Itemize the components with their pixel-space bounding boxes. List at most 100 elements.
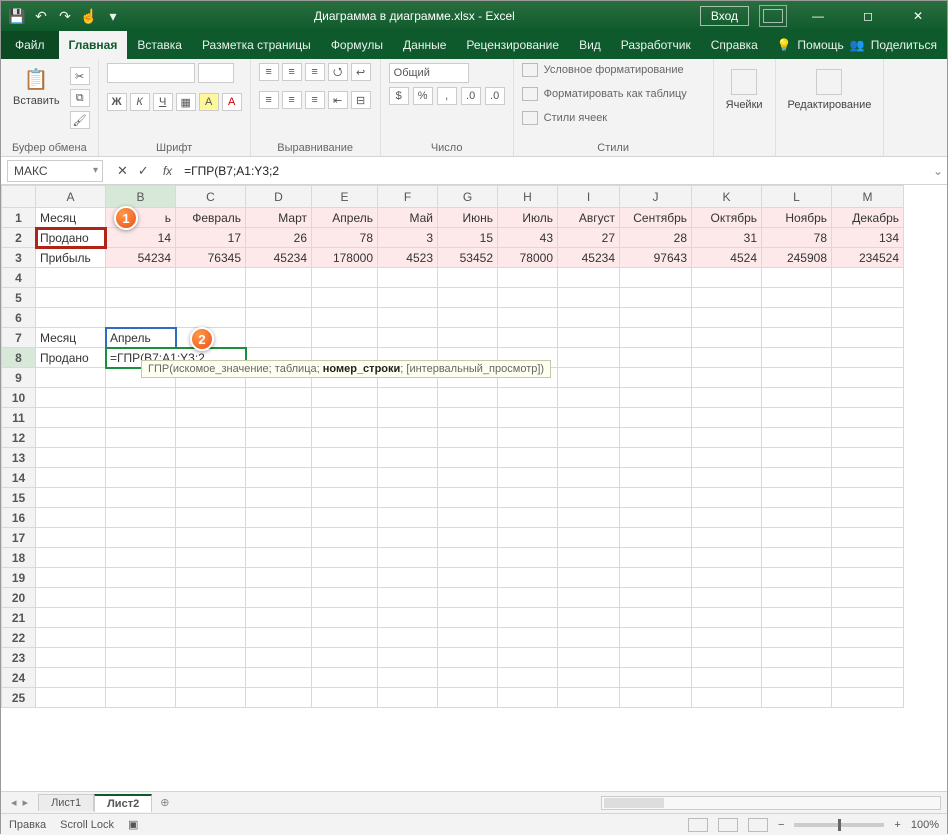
font-name-combo[interactable]: [107, 63, 195, 83]
cell-L21[interactable]: [762, 608, 832, 628]
row-header-11[interactable]: 11: [2, 408, 36, 428]
cell-K13[interactable]: [692, 448, 762, 468]
merge-icon[interactable]: ⊟: [351, 91, 371, 109]
cell-M17[interactable]: [832, 528, 904, 548]
cell-A8[interactable]: Продано: [36, 348, 106, 368]
cell-K12[interactable]: [692, 428, 762, 448]
cell-K19[interactable]: [692, 568, 762, 588]
format-painter-icon[interactable]: 🖌: [70, 111, 90, 129]
cell-J7[interactable]: [620, 328, 692, 348]
cell-H19[interactable]: [498, 568, 558, 588]
cell-E11[interactable]: [312, 408, 378, 428]
cell-A10[interactable]: [36, 388, 106, 408]
cell-H18[interactable]: [498, 548, 558, 568]
row-header-24[interactable]: 24: [2, 668, 36, 688]
cell-I9[interactable]: [558, 368, 620, 388]
cell-K6[interactable]: [692, 308, 762, 328]
cell-C12[interactable]: [176, 428, 246, 448]
cell-C6[interactable]: [176, 308, 246, 328]
cell-I8[interactable]: [558, 348, 620, 368]
cell-F21[interactable]: [378, 608, 438, 628]
cell-A20[interactable]: [36, 588, 106, 608]
cell-K7[interactable]: [692, 328, 762, 348]
row-header-9[interactable]: 9: [2, 368, 36, 388]
format-as-table-button[interactable]: Форматировать как таблицу: [522, 87, 687, 101]
cell-H20[interactable]: [498, 588, 558, 608]
cell-D16[interactable]: [246, 508, 312, 528]
underline-button[interactable]: Ч: [153, 93, 173, 111]
col-header-G[interactable]: G: [438, 186, 498, 208]
touch-mode-icon[interactable]: ☝: [81, 8, 97, 24]
cell-J15[interactable]: [620, 488, 692, 508]
cell-B22[interactable]: [106, 628, 176, 648]
cell-L4[interactable]: [762, 268, 832, 288]
cell-M12[interactable]: [832, 428, 904, 448]
zoom-level[interactable]: 100%: [911, 819, 939, 831]
cell-J13[interactable]: [620, 448, 692, 468]
cell-F6[interactable]: [378, 308, 438, 328]
copy-icon[interactable]: ⧉: [70, 89, 90, 107]
cell-D6[interactable]: [246, 308, 312, 328]
tab-formulas[interactable]: Формулы: [321, 31, 393, 59]
cell-J22[interactable]: [620, 628, 692, 648]
cell-G25[interactable]: [438, 688, 498, 708]
cell-J18[interactable]: [620, 548, 692, 568]
cell-E25[interactable]: [312, 688, 378, 708]
cell-F13[interactable]: [378, 448, 438, 468]
cell-M4[interactable]: [832, 268, 904, 288]
cell-I22[interactable]: [558, 628, 620, 648]
sheet-nav-next-icon[interactable]: ▸: [23, 796, 29, 809]
cell-E17[interactable]: [312, 528, 378, 548]
cell-E16[interactable]: [312, 508, 378, 528]
cell-C25[interactable]: [176, 688, 246, 708]
sheet-tab-1[interactable]: Лист1: [38, 794, 94, 811]
zoom-slider[interactable]: [794, 823, 884, 827]
cell-F17[interactable]: [378, 528, 438, 548]
cell-J1[interactable]: Сентябрь: [620, 208, 692, 228]
cell-H24[interactable]: [498, 668, 558, 688]
row-header-20[interactable]: 20: [2, 588, 36, 608]
cell-L20[interactable]: [762, 588, 832, 608]
align-right-icon[interactable]: ≡: [305, 91, 325, 109]
cell-M14[interactable]: [832, 468, 904, 488]
cell-K11[interactable]: [692, 408, 762, 428]
cell-E13[interactable]: [312, 448, 378, 468]
cell-F14[interactable]: [378, 468, 438, 488]
cell-K21[interactable]: [692, 608, 762, 628]
cell-F24[interactable]: [378, 668, 438, 688]
cell-L7[interactable]: [762, 328, 832, 348]
cell-L25[interactable]: [762, 688, 832, 708]
row-header-14[interactable]: 14: [2, 468, 36, 488]
cell-E22[interactable]: [312, 628, 378, 648]
cell-D15[interactable]: [246, 488, 312, 508]
cell-I24[interactable]: [558, 668, 620, 688]
row-header-4[interactable]: 4: [2, 268, 36, 288]
cell-K10[interactable]: [692, 388, 762, 408]
cell-B17[interactable]: [106, 528, 176, 548]
cell-A16[interactable]: [36, 508, 106, 528]
row-header-13[interactable]: 13: [2, 448, 36, 468]
cell-A9[interactable]: [36, 368, 106, 388]
cell-M15[interactable]: [832, 488, 904, 508]
cell-E24[interactable]: [312, 668, 378, 688]
cell-B5[interactable]: [106, 288, 176, 308]
cell-H2[interactable]: 43: [498, 228, 558, 248]
cell-L14[interactable]: [762, 468, 832, 488]
row-header-22[interactable]: 22: [2, 628, 36, 648]
cell-J20[interactable]: [620, 588, 692, 608]
cell-I10[interactable]: [558, 388, 620, 408]
row-header-7[interactable]: 7: [2, 328, 36, 348]
cell-J3[interactable]: 97643: [620, 248, 692, 268]
cell-H16[interactable]: [498, 508, 558, 528]
cell-A3[interactable]: Прибыль: [36, 248, 106, 268]
cell-M8[interactable]: [832, 348, 904, 368]
cell-J11[interactable]: [620, 408, 692, 428]
cell-G14[interactable]: [438, 468, 498, 488]
cell-C4[interactable]: [176, 268, 246, 288]
cell-F7[interactable]: [378, 328, 438, 348]
cell-I6[interactable]: [558, 308, 620, 328]
cell-M22[interactable]: [832, 628, 904, 648]
cell-A4[interactable]: [36, 268, 106, 288]
cell-H1[interactable]: Июль: [498, 208, 558, 228]
cell-K1[interactable]: Октябрь: [692, 208, 762, 228]
